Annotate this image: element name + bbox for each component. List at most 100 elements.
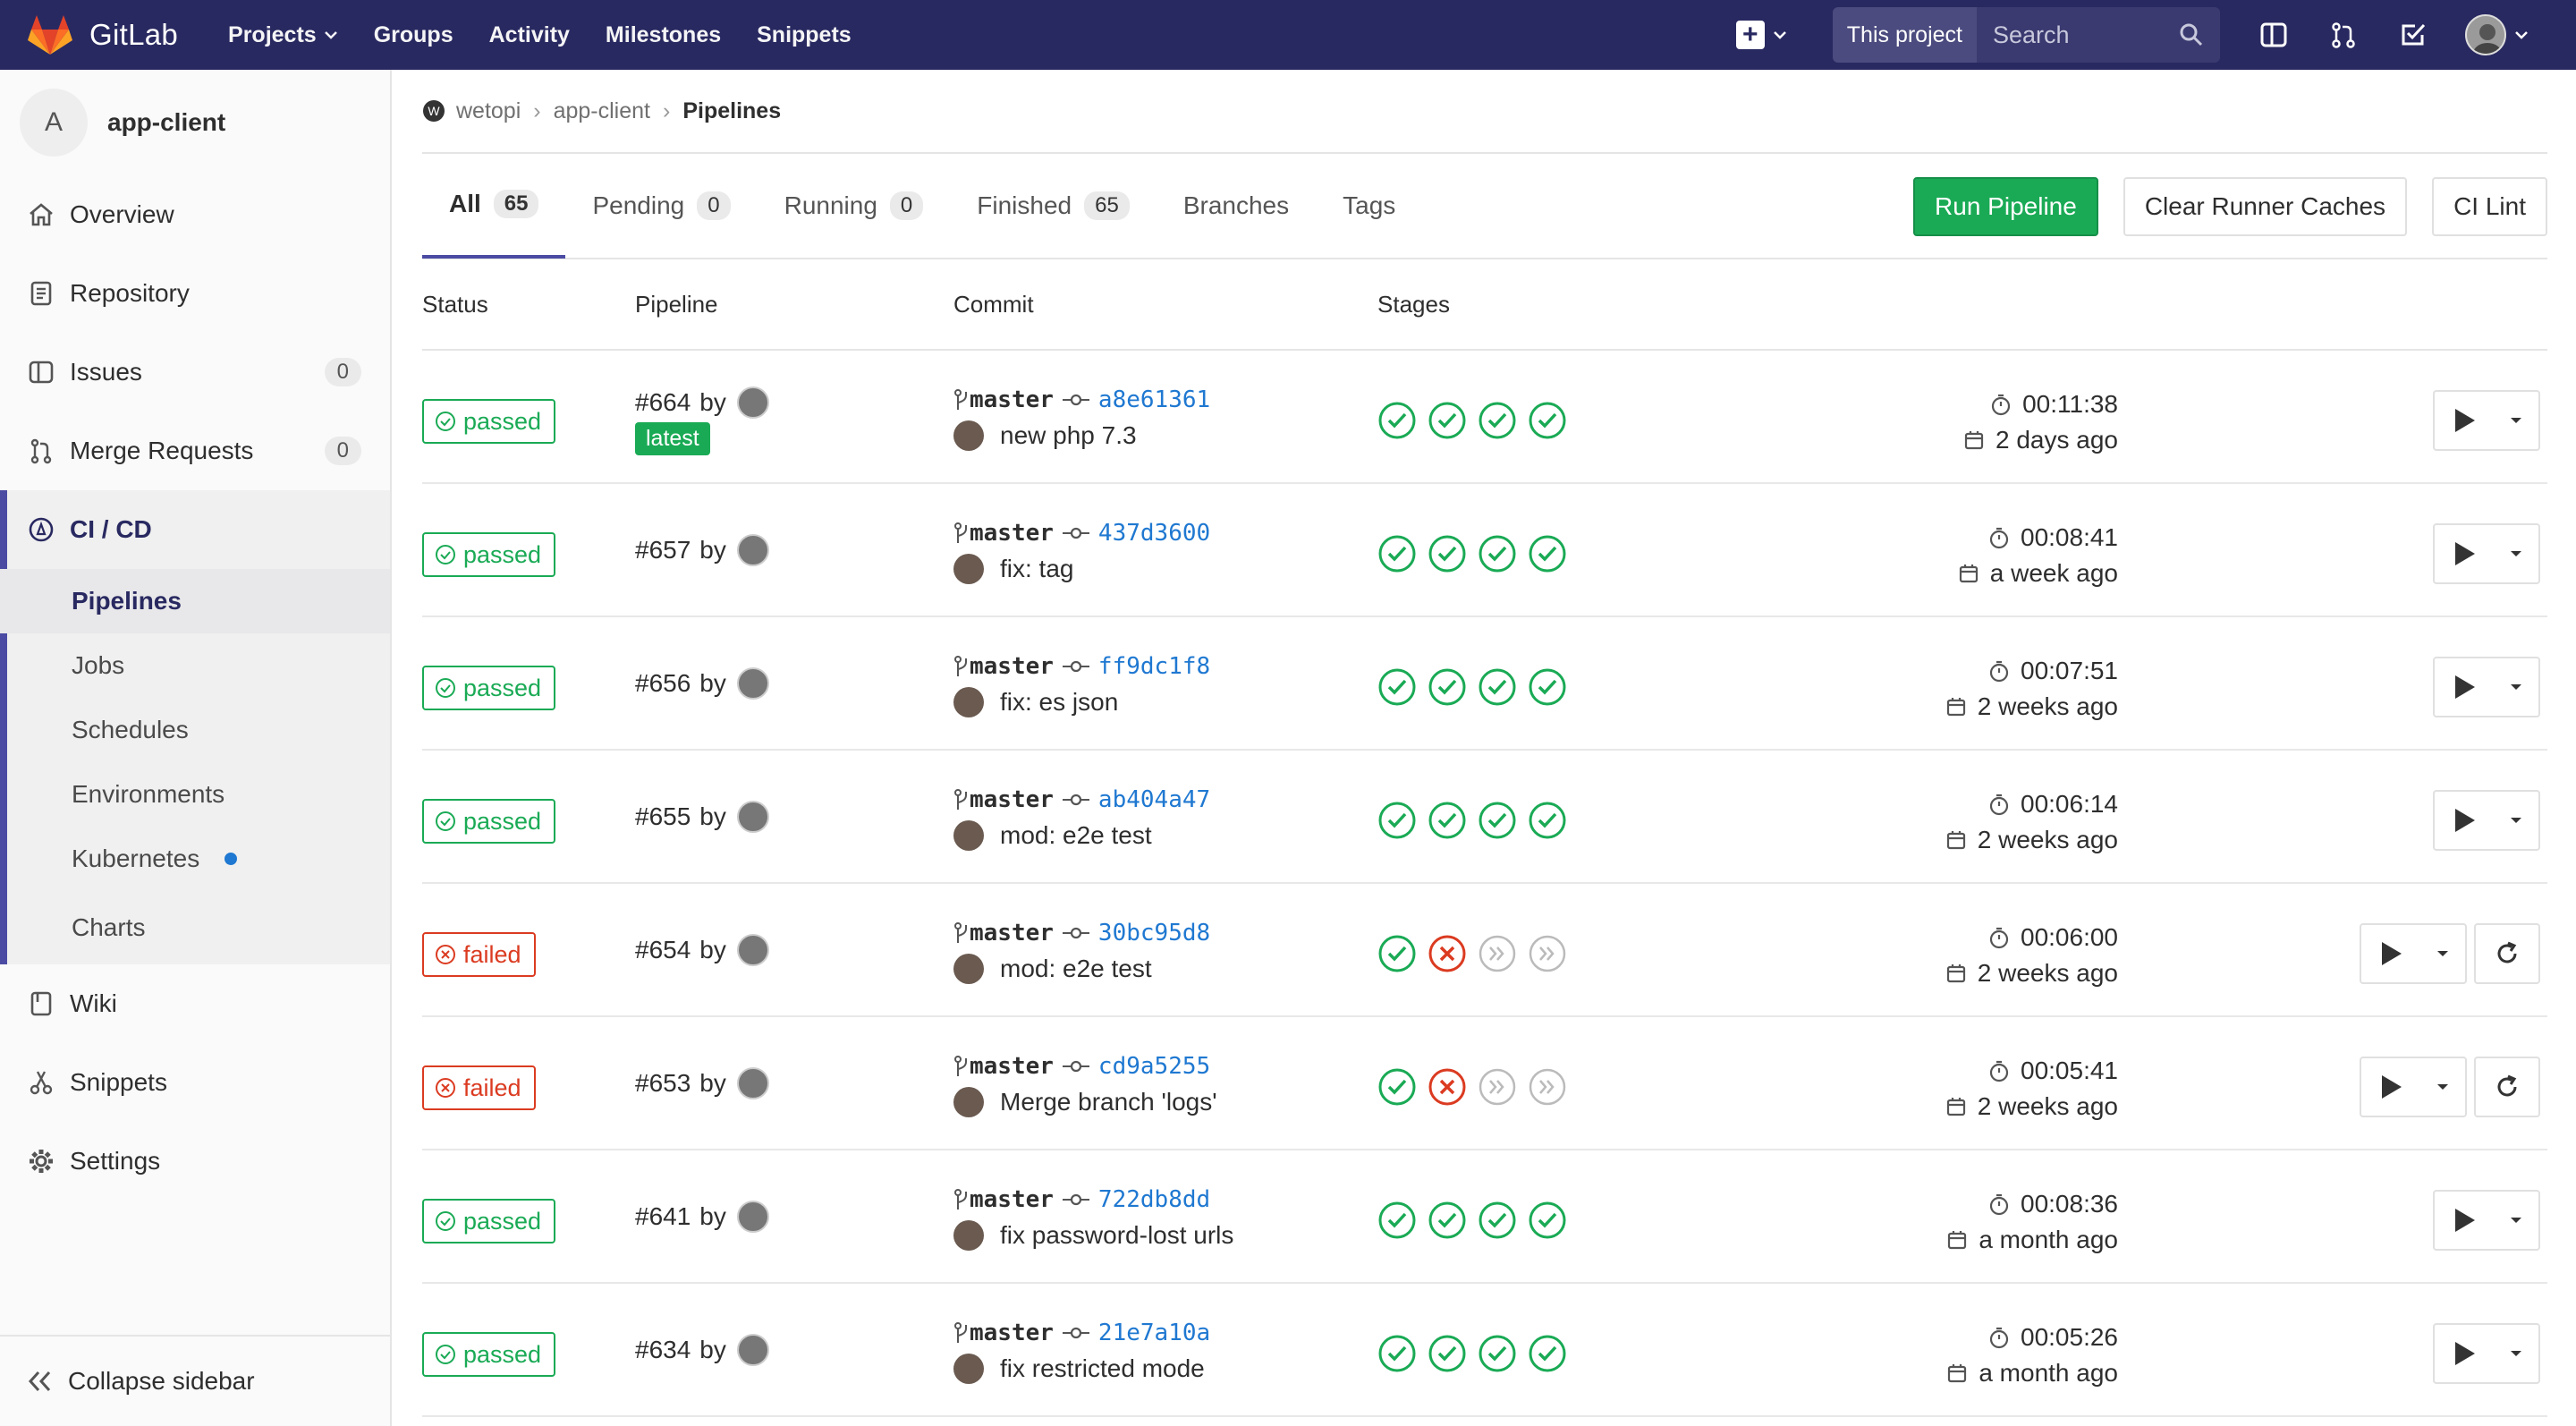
sidebar-item-repository[interactable]: Repository [0, 254, 390, 333]
commit-message-link[interactable]: mod: e2e test [1000, 821, 1152, 850]
user-avatar[interactable] [736, 1067, 769, 1099]
retry-button[interactable] [2474, 923, 2540, 984]
stage-success-icon[interactable] [1528, 401, 1567, 440]
stage-success-icon[interactable] [1377, 1334, 1417, 1373]
stage-success-icon[interactable] [1478, 1334, 1517, 1373]
commit-message-link[interactable]: new php 7.3 [1000, 421, 1137, 450]
pipeline-id-link[interactable]: #664 [635, 388, 691, 417]
status-badge[interactable]: passed [422, 799, 556, 844]
sidebar-item-snippets[interactable]: Snippets [0, 1043, 390, 1122]
commit-sha-link[interactable]: cd9a5255 [1098, 1053, 1210, 1080]
stage-success-icon[interactable] [1478, 401, 1517, 440]
commit-branch-link[interactable]: master [970, 653, 1054, 680]
stage-success-icon[interactable] [1377, 667, 1417, 707]
stage-success-icon[interactable] [1528, 667, 1567, 707]
user-avatar[interactable] [736, 1201, 769, 1233]
stage-skipped-icon[interactable] [1478, 1067, 1517, 1107]
stage-failed-icon[interactable] [1428, 934, 1467, 973]
commit-message-link[interactable]: Merge branch 'logs' [1000, 1088, 1217, 1116]
stage-success-icon[interactable] [1528, 1201, 1567, 1240]
commit-sha-link[interactable]: 437d3600 [1098, 520, 1210, 547]
status-badge[interactable]: passed [422, 1199, 556, 1244]
nav-activity[interactable]: Activity [489, 22, 570, 48]
sidebar-sub-charts[interactable]: Charts [7, 891, 390, 964]
stage-success-icon[interactable] [1528, 534, 1567, 573]
pipeline-id-link[interactable]: #641 [635, 1202, 691, 1231]
commit-message-link[interactable]: fix password-lost urls [1000, 1221, 1233, 1250]
pipeline-id-link[interactable]: #657 [635, 536, 691, 564]
commit-message-link[interactable]: fix: es json [1000, 688, 1118, 717]
retry-button[interactable] [2474, 1057, 2540, 1117]
ci-lint-button[interactable]: CI Lint [2432, 177, 2547, 236]
user-avatar[interactable] [736, 934, 769, 966]
commit-author-avatar[interactable] [953, 1220, 984, 1251]
stage-success-icon[interactable] [1377, 1201, 1417, 1240]
user-menu[interactable] [2465, 14, 2529, 55]
stage-skipped-icon[interactable] [1528, 934, 1567, 973]
status-badge[interactable]: failed [422, 932, 536, 977]
search-scope[interactable]: This project [1832, 7, 1977, 63]
nav-milestones[interactable]: Milestones [606, 22, 721, 48]
user-avatar[interactable] [736, 1334, 769, 1366]
stage-success-icon[interactable] [1377, 934, 1417, 973]
sidebar-sub-environments[interactable]: Environments [7, 762, 390, 827]
sidebar-item-merge-requests[interactable]: Merge Requests 0 [0, 412, 390, 490]
commit-branch-link[interactable]: master [970, 520, 1054, 547]
stage-skipped-icon[interactable] [1528, 1067, 1567, 1107]
commit-branch-link[interactable]: master [970, 386, 1054, 413]
pipeline-id-link[interactable]: #634 [635, 1336, 691, 1364]
commit-author-avatar[interactable] [953, 954, 984, 984]
collapse-sidebar-button[interactable]: Collapse sidebar [0, 1335, 390, 1426]
todos-nav-icon[interactable] [2395, 17, 2431, 53]
commit-author-avatar[interactable] [953, 687, 984, 717]
project-header[interactable]: A app-client [0, 70, 390, 175]
commit-message-link[interactable]: fix restricted mode [1000, 1354, 1205, 1383]
stage-success-icon[interactable] [1528, 1334, 1567, 1373]
pipeline-id-link[interactable]: #654 [635, 936, 691, 964]
manual-actions-dropdown[interactable] [2433, 657, 2540, 717]
stage-success-icon[interactable] [1478, 667, 1517, 707]
gitlab-logo[interactable]: GitLab [27, 13, 178, 56]
search-box[interactable]: This project Search [1832, 7, 2220, 63]
manual-actions-dropdown[interactable] [2433, 523, 2540, 584]
sidebar-item-cicd[interactable]: CI / CD [7, 490, 390, 569]
tab-finished[interactable]: Finished 65 [950, 153, 1157, 259]
commit-sha-link[interactable]: 30bc95d8 [1098, 920, 1210, 946]
search-input[interactable]: Search [1977, 7, 2220, 63]
sidebar-sub-pipelines[interactable]: Pipelines [0, 569, 390, 633]
pipeline-id-link[interactable]: #653 [635, 1069, 691, 1098]
status-badge[interactable]: failed [422, 1065, 536, 1110]
stage-success-icon[interactable] [1428, 801, 1467, 840]
pipeline-id-link[interactable]: #655 [635, 802, 691, 831]
stage-success-icon[interactable] [1428, 1334, 1467, 1373]
issues-nav-icon[interactable] [2256, 17, 2292, 53]
stage-failed-icon[interactable] [1428, 1067, 1467, 1107]
commit-branch-link[interactable]: master [970, 1320, 1054, 1346]
manual-actions-dropdown[interactable] [2360, 923, 2467, 984]
manual-actions-dropdown[interactable] [2433, 1190, 2540, 1251]
tab-running[interactable]: Running 0 [758, 153, 951, 259]
clear-runner-caches-button[interactable]: Clear Runner Caches [2123, 177, 2408, 236]
sidebar-item-wiki[interactable]: Wiki [0, 964, 390, 1043]
commit-sha-link[interactable]: a8e61361 [1098, 386, 1210, 413]
stage-success-icon[interactable] [1528, 801, 1567, 840]
sidebar-item-settings[interactable]: Settings [0, 1122, 390, 1201]
stage-success-icon[interactable] [1478, 801, 1517, 840]
breadcrumb-group[interactable]: wetopi [456, 98, 521, 124]
user-avatar[interactable] [736, 534, 769, 566]
tab-tags[interactable]: Tags [1316, 153, 1422, 259]
commit-author-avatar[interactable] [953, 1354, 984, 1384]
status-badge[interactable]: passed [422, 666, 556, 710]
stage-success-icon[interactable] [1377, 801, 1417, 840]
manual-actions-dropdown[interactable] [2433, 1323, 2540, 1384]
breadcrumb-project[interactable]: app-client [554, 98, 650, 124]
stage-success-icon[interactable] [1428, 534, 1467, 573]
tab-pending[interactable]: Pending 0 [565, 153, 757, 259]
nav-snippets[interactable]: Snippets [757, 22, 852, 48]
commit-author-avatar[interactable] [953, 820, 984, 851]
commit-message-link[interactable]: mod: e2e test [1000, 955, 1152, 983]
nav-projects[interactable]: Projects [228, 22, 338, 48]
manual-actions-dropdown[interactable] [2433, 390, 2540, 451]
commit-sha-link[interactable]: 21e7a10a [1098, 1320, 1210, 1346]
commit-author-avatar[interactable] [953, 1087, 984, 1117]
